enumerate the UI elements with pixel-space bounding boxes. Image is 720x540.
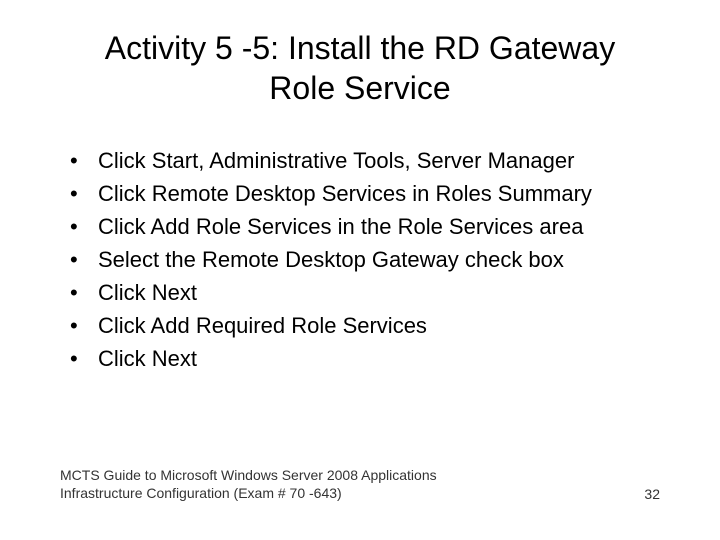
list-item: Click Next [70, 342, 670, 375]
page-number: 32 [644, 486, 660, 502]
list-item: Click Start, Administrative Tools, Serve… [70, 144, 670, 177]
slide-footer: MCTS Guide to Microsoft Windows Server 2… [50, 466, 670, 510]
list-item: Click Add Role Services in the Role Serv… [70, 210, 670, 243]
list-item: Click Add Required Role Services [70, 309, 670, 342]
footer-text: MCTS Guide to Microsoft Windows Server 2… [60, 466, 520, 502]
slide-title: Activity 5 -5: Install the RD Gateway Ro… [50, 28, 670, 108]
list-item: Click Next [70, 276, 670, 309]
list-item: Click Remote Desktop Services in Roles S… [70, 177, 670, 210]
list-item: Select the Remote Desktop Gateway check … [70, 243, 670, 276]
slide: Activity 5 -5: Install the RD Gateway Ro… [0, 0, 720, 540]
bullet-list: Click Start, Administrative Tools, Serve… [50, 144, 670, 466]
